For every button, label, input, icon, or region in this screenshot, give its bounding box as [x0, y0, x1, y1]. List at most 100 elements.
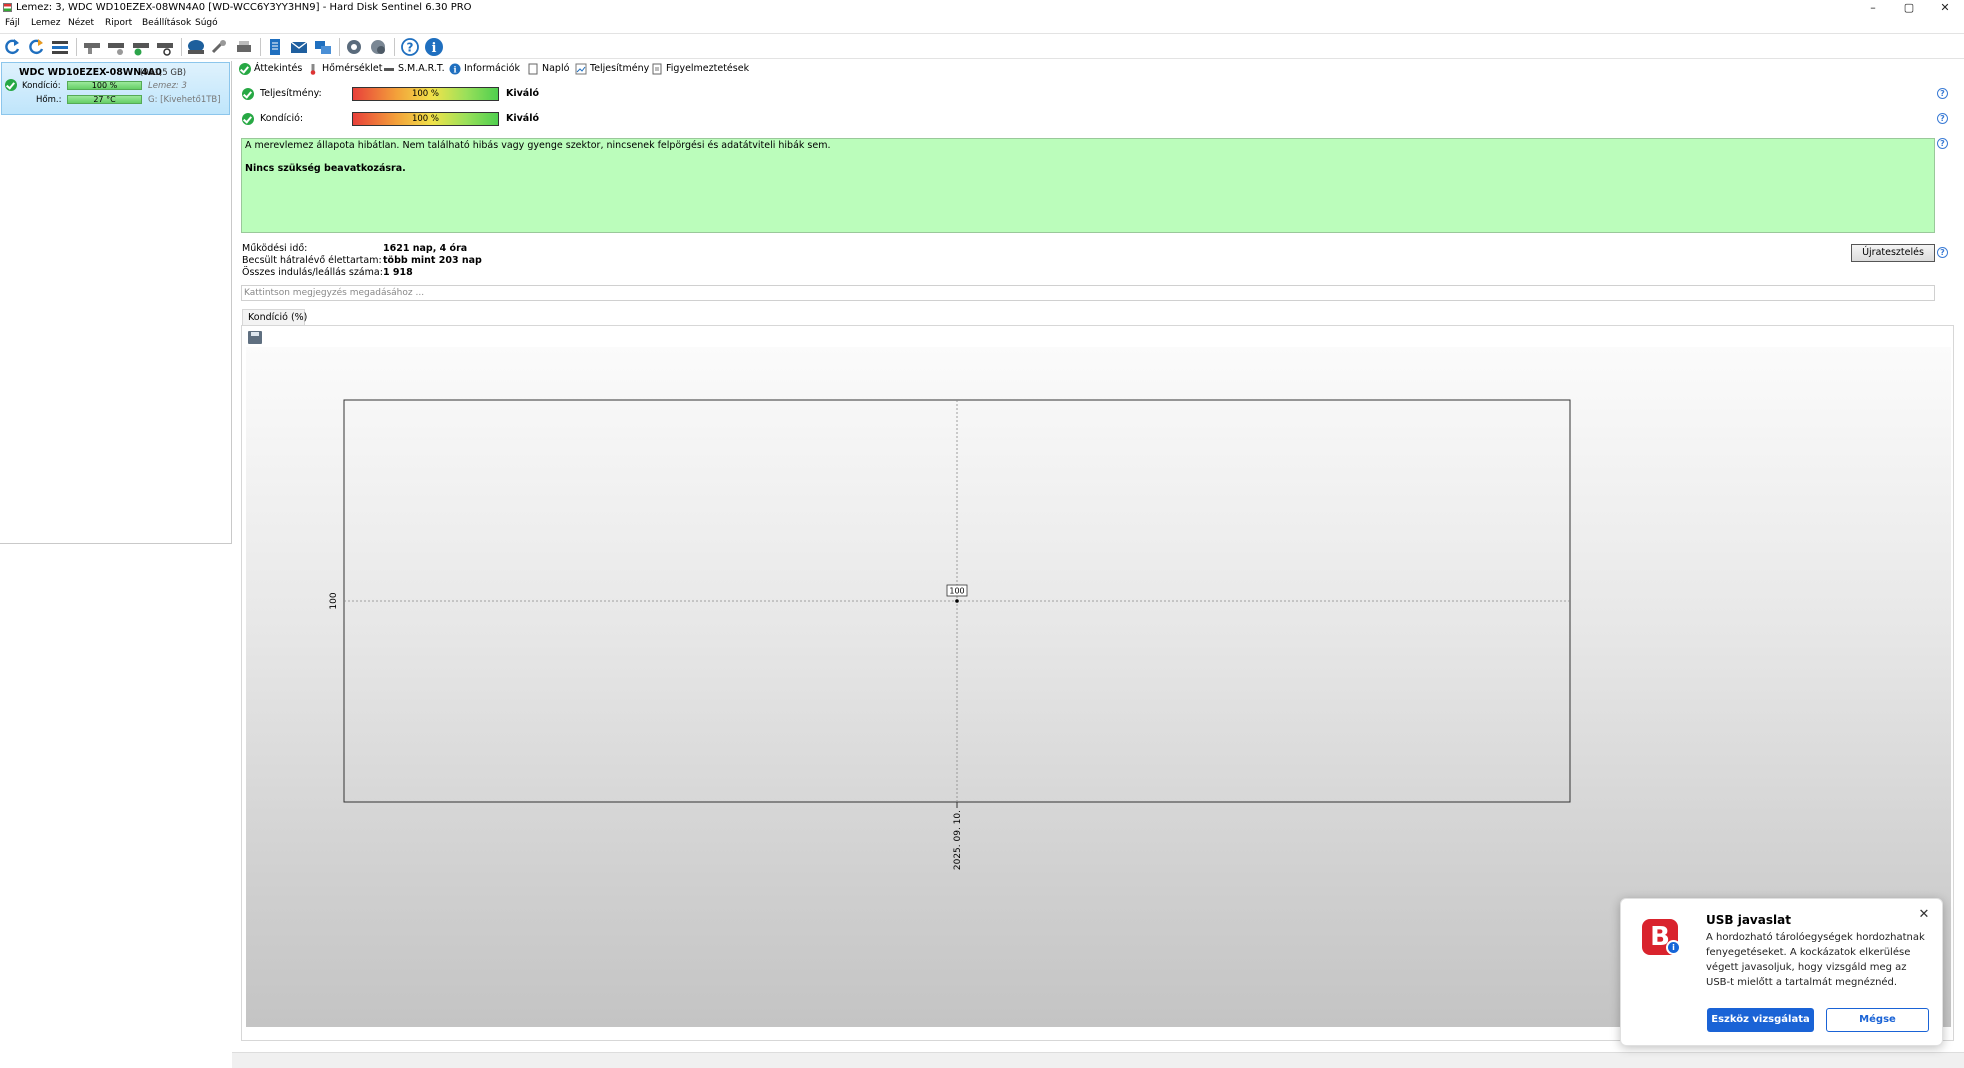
status-message-box: A merevlemez állapota hibátlan. Nem talá… [241, 138, 1935, 233]
toolbar-separator [260, 38, 261, 56]
info-icon: i [449, 63, 461, 75]
scan-device-button[interactable]: Eszköz vizsgálata [1707, 1008, 1814, 1032]
tab-label: Teljesítmény [590, 63, 650, 74]
disk-list-item[interactable]: WDC WD10EZEX-08WN4A0 (931,5 GB) Kondíció… [1, 62, 230, 115]
tab-overview[interactable]: Áttekintés [238, 62, 302, 78]
tab-label: S.M.A.R.T. [398, 63, 445, 74]
health-mini-bar: 100 % [67, 81, 142, 90]
info-icon[interactable]: i [424, 37, 444, 57]
tab-label: Áttekintés [254, 63, 303, 74]
uptime-label: Működési idő: [242, 243, 308, 254]
retest-button[interactable]: Újratesztelés [1851, 244, 1935, 262]
disk-report-icon[interactable] [186, 37, 206, 57]
performance-rating: Kiváló [506, 88, 540, 99]
disk-search-icon[interactable] [155, 37, 175, 57]
temperature-label: Hőm.: [36, 95, 62, 105]
toolbar-separator [394, 38, 395, 56]
disk-info-icon[interactable] [106, 37, 126, 57]
maximize-button[interactable]: ▢ [1891, 0, 1927, 16]
help-icon[interactable]: ? [1937, 88, 1948, 99]
notification-title: USB javaslat [1706, 913, 1791, 927]
toolbar-separator [181, 38, 182, 56]
menu-report[interactable]: Riport [105, 18, 132, 28]
status-message: A merevlemez állapota hibátlan. Nem talá… [245, 140, 831, 151]
tab-alerts[interactable]: Figyelmeztetések [650, 62, 749, 78]
tab-label: Napló [542, 63, 570, 74]
tab-information[interactable]: i Információk [448, 62, 520, 78]
cancel-button[interactable]: Mégse [1826, 1008, 1929, 1032]
performance-ok-icon [242, 88, 254, 100]
window-title: Lemez: 3, WDC WD10EZEX-08WN4A0 [WD-WCC6Y… [16, 2, 472, 13]
notification-body: A hordozható tárolóegységek hordozhatnak… [1706, 932, 1925, 988]
tab-performance[interactable]: Teljesítmény [574, 62, 649, 78]
svg-text:?: ? [407, 41, 414, 55]
tab-label: Figyelmeztetések [666, 63, 750, 74]
chart-tab-health[interactable]: Kondíció (%) [242, 309, 307, 325]
notification-close-icon[interactable]: ✕ [1916, 907, 1932, 923]
mail-icon[interactable] [289, 37, 309, 57]
menu-view[interactable]: Nézet [68, 18, 94, 28]
performance-bar: 100 % [352, 87, 499, 101]
alerts-document-icon [652, 63, 662, 75]
uptime-value: 1621 nap, 4 óra [383, 243, 468, 254]
tab-label: Hőmérséklet [322, 63, 383, 74]
volume-label: G: [Kivehető1TB] [148, 95, 221, 105]
health-label: Kondíció: [260, 113, 304, 124]
note-input[interactable]: Kattintson megjegyzés megadásához ... [241, 285, 1935, 301]
notes-icon[interactable] [265, 37, 285, 57]
menu-help[interactable]: Súgó [195, 18, 218, 28]
lifetime-label: Becsült hátralévő élettartam: [242, 255, 382, 266]
refresh-all-icon[interactable] [26, 37, 46, 57]
disk-size: (931,5 GB) [140, 68, 187, 78]
toolbar: ? i [0, 33, 1964, 59]
help-icon[interactable]: ? [1937, 138, 1948, 149]
save-chart-icon[interactable] [248, 331, 262, 344]
title-bar: Lemez: 3, WDC WD10EZEX-08WN4A0 [WD-WCC6Y… [0, 0, 1964, 16]
toolbar-separator [76, 38, 77, 56]
health-label: Kondíció: [22, 81, 61, 91]
disk-ok-icon[interactable] [131, 37, 151, 57]
starts-value: 1 918 [383, 267, 413, 278]
menu-disk[interactable]: Lemez [31, 18, 60, 28]
tab-temperature[interactable]: Hőmérséklet [306, 62, 382, 78]
close-button[interactable]: ✕ [1927, 0, 1963, 16]
starts-label: Összes indulás/leállás száma: [242, 267, 383, 278]
health-bar: 100 % [352, 112, 499, 126]
performance-label: Teljesítmény: [260, 88, 322, 99]
print-icon[interactable] [234, 37, 254, 57]
tools-icon[interactable] [210, 37, 230, 57]
minimize-button[interactable]: – [1855, 0, 1891, 16]
gear-icon[interactable] [344, 37, 364, 57]
network-icon[interactable] [313, 37, 333, 57]
status-advice: Nincs szükség beavatkozásra. [245, 163, 406, 174]
health-rating: Kiváló [506, 113, 540, 124]
disk-tool-icon[interactable] [82, 37, 102, 57]
menu-bar: Fájl Lemez Nézet Riport Beállítások Súgó [0, 18, 1964, 32]
data-point [955, 599, 959, 603]
disk-icon [384, 68, 394, 71]
help-icon[interactable]: ? [1937, 247, 1948, 258]
menu-settings[interactable]: Beállítások [142, 18, 191, 28]
refresh-icon[interactable] [2, 37, 22, 57]
info-badge-icon: i [1666, 940, 1681, 955]
tab-log[interactable]: Napló [526, 62, 569, 78]
tab-label: Információk [464, 63, 520, 74]
temperature-mini-bar: 27 °C [67, 95, 142, 104]
disk-settings-icon[interactable] [368, 37, 388, 57]
toolbar-separator [339, 38, 340, 56]
check-icon [239, 63, 251, 75]
performance-chart-icon [575, 63, 587, 75]
document-icon [528, 63, 538, 75]
tab-smart[interactable]: S.M.A.R.T. [382, 62, 445, 78]
health-ok-icon [242, 113, 254, 125]
disk-list-panel: WDC WD10EZEX-08WN4A0 (931,5 GB) Kondíció… [0, 61, 232, 544]
svg-text:i: i [453, 65, 456, 75]
y-tick-label: 100 [329, 592, 339, 609]
status-strip [232, 1052, 1964, 1068]
disk-index: Lemez: 3 [148, 81, 187, 91]
disk-list-icon[interactable] [50, 37, 70, 57]
help-icon[interactable]: ? [400, 37, 420, 57]
help-icon[interactable]: ? [1937, 113, 1948, 124]
menu-file[interactable]: Fájl [5, 18, 20, 28]
x-tick-label: 2025. 09. 10. [953, 810, 963, 870]
